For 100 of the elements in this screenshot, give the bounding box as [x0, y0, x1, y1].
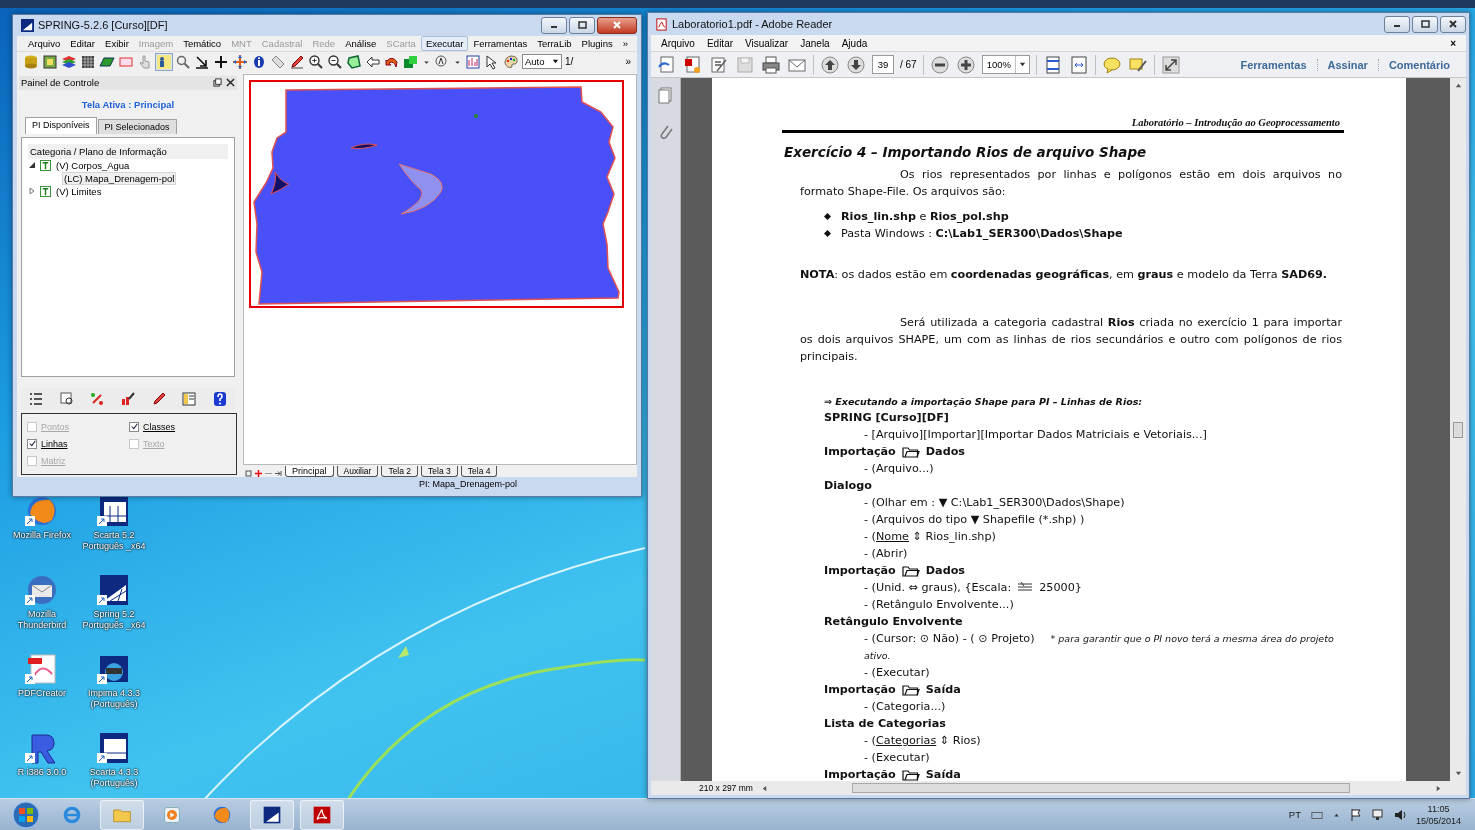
- legend-icon[interactable]: [181, 390, 198, 407]
- menu-item[interactable]: Arquivo: [23, 35, 66, 51]
- screen-tab[interactable]: Auxiliar: [336, 465, 379, 477]
- flag-icon[interactable]: [1349, 807, 1362, 822]
- vertical-scrollbar[interactable]: [1450, 78, 1466, 781]
- polygon-icon[interactable]: [346, 53, 362, 70]
- toolbar-overflow-chevron[interactable]: »: [625, 56, 631, 68]
- edit-points-icon[interactable]: [89, 390, 106, 407]
- zoom-out-icon[interactable]: [929, 54, 950, 75]
- screen-tab[interactable]: Tela 2: [381, 465, 419, 477]
- horizontal-scrollbar-thumb[interactable]: [851, 783, 1350, 793]
- restore-icon[interactable]: [577, 20, 587, 31]
- chart-pencil-icon[interactable]: [119, 390, 136, 407]
- palette-icon[interactable]: [503, 53, 519, 70]
- menu-item[interactable]: Ferramentas: [468, 35, 533, 51]
- menu-item[interactable]: Ajuda: [835, 35, 874, 51]
- arrow-corner-icon[interactable]: [194, 53, 210, 70]
- close-icon[interactable]: [226, 78, 235, 88]
- list-icon[interactable]: [28, 390, 45, 407]
- menu-item[interactable]: Temático: [178, 35, 227, 51]
- left-arrow-icon[interactable]: [760, 784, 768, 792]
- print-icon[interactable]: [761, 54, 781, 75]
- layers-icon[interactable]: [61, 53, 77, 70]
- clock-time[interactable]: 11:05: [1427, 802, 1450, 815]
- info-icon[interactable]: [251, 53, 267, 70]
- create-document-icon[interactable]: [657, 54, 677, 75]
- menu-item[interactable]: Exibir: [100, 35, 134, 51]
- new-tab-icon[interactable]: [245, 469, 252, 477]
- minimize-button[interactable]: [541, 16, 567, 34]
- close-button[interactable]: [597, 16, 637, 34]
- comment-bubble-icon[interactable]: [1101, 54, 1122, 75]
- close-button[interactable]: [1440, 15, 1466, 33]
- undock-icon[interactable]: [213, 78, 222, 88]
- text-category-icon[interactable]: [40, 159, 51, 171]
- tree-item[interactable]: (V) Limites: [55, 185, 103, 197]
- edit-document-icon[interactable]: [709, 54, 729, 75]
- page-number-field[interactable]: 39: [872, 55, 894, 74]
- scrollbar-thumb[interactable]: [1453, 421, 1463, 438]
- toolbar-link[interactable]: Assinar: [1316, 58, 1378, 71]
- collapsed-triangle-icon[interactable]: [28, 187, 36, 196]
- network-icon[interactable]: [1371, 807, 1384, 822]
- menu-item[interactable]: Executar: [420, 35, 469, 51]
- plus-icon[interactable]: [213, 53, 229, 70]
- menu-item[interactable]: Análise: [340, 35, 382, 51]
- screen-tab[interactable]: Principal: [285, 465, 334, 477]
- clock-date[interactable]: 15/05/2014: [1415, 814, 1461, 827]
- color-squares-icon[interactable]: [403, 53, 419, 70]
- person-icon[interactable]: [156, 53, 172, 70]
- menu-item[interactable]: Janela: [794, 35, 836, 51]
- panel-tab[interactable]: PI Selecionados: [97, 118, 177, 134]
- down-arrow-icon[interactable]: [1454, 770, 1462, 777]
- panel-tab[interactable]: PI Disponíveis: [25, 116, 97, 134]
- caret-icon[interactable]: [1018, 61, 1026, 68]
- up-caret-icon[interactable]: [1332, 811, 1340, 818]
- up-arrow-icon[interactable]: [1454, 82, 1462, 89]
- zoom-field[interactable]: 100%: [981, 55, 1030, 74]
- add-tab-icon[interactable]: [255, 469, 262, 477]
- restore-button[interactable]: [1412, 15, 1438, 33]
- menu-overflow-chevron[interactable]: »: [617, 35, 634, 51]
- zoom-mode-dropdown[interactable]: Auto: [522, 54, 562, 70]
- text-category-icon[interactable]: [40, 185, 51, 197]
- next-page-icon[interactable]: [846, 54, 866, 75]
- zoom-out-icon[interactable]: [327, 53, 343, 70]
- zoom-in-icon[interactable]: [955, 54, 976, 75]
- minimize-button[interactable]: [1384, 15, 1410, 33]
- tab-end-icon[interactable]: [275, 469, 282, 477]
- screen-tab[interactable]: Tela 3: [421, 465, 458, 477]
- zoom-in-icon[interactable]: [308, 53, 324, 70]
- speaker-icon[interactable]: [1393, 807, 1406, 822]
- image-icon[interactable]: [42, 53, 58, 70]
- right-arrow-icon[interactable]: [1435, 784, 1442, 792]
- help-icon[interactable]: [211, 390, 228, 407]
- restore-button[interactable]: [569, 16, 595, 34]
- expand-arrows-icon[interactable]: [1160, 54, 1181, 75]
- search-icon[interactable]: [175, 53, 191, 70]
- pencil-icon[interactable]: [150, 390, 167, 407]
- toolbar-link[interactable]: Ferramentas: [1230, 58, 1317, 71]
- database-icon[interactable]: [23, 53, 39, 70]
- close-document-button[interactable]: ×: [1444, 35, 1462, 51]
- grid-icon[interactable]: [80, 53, 96, 70]
- expanded-triangle-icon[interactable]: [28, 161, 36, 170]
- restore-icon[interactable]: [1420, 19, 1430, 29]
- pencil-icon[interactable]: [289, 53, 305, 70]
- screen-tab[interactable]: Tela 4: [460, 465, 498, 477]
- menu-item[interactable]: Visualizar: [739, 35, 795, 51]
- export-document-icon[interactable]: [683, 54, 703, 75]
- menu-item[interactable]: Arquivo: [655, 35, 701, 51]
- pdf-app-icon[interactable]: [312, 804, 332, 825]
- table-search-icon[interactable]: [58, 390, 75, 407]
- language-indicator[interactable]: PT: [1288, 809, 1301, 820]
- close-icon[interactable]: [1448, 19, 1458, 29]
- fit-width-icon[interactable]: [1068, 54, 1089, 75]
- menu-item[interactable]: Editar: [65, 35, 101, 51]
- menu-item[interactable]: TerraLib: [532, 35, 577, 51]
- menu-item[interactable]: Plugins: [576, 35, 618, 51]
- tree-item[interactable]: (LC) Mapa_Drenagem-pol: [62, 171, 177, 185]
- text-style-icon[interactable]: [434, 53, 450, 70]
- caret-icon[interactable]: [552, 58, 559, 66]
- tree-item[interactable]: (V) Corpos_Agua: [55, 159, 131, 171]
- menu-item[interactable]: Editar: [700, 35, 740, 51]
